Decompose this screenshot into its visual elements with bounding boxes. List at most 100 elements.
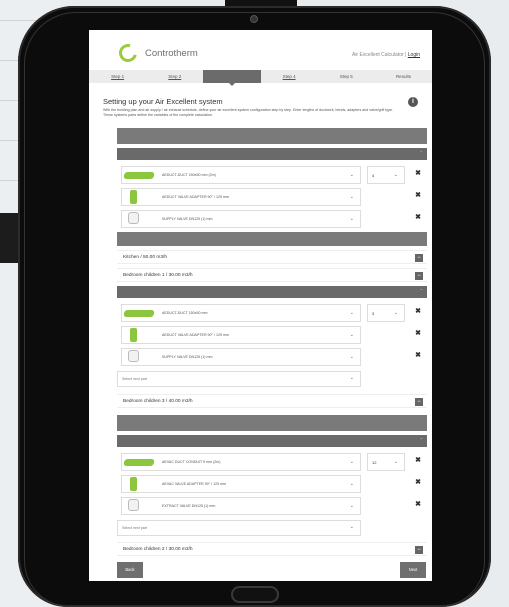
- part-name: EXTRACT VALVE DN125 (1) mm: [162, 504, 216, 508]
- part-select[interactable]: AEDUCT VALVE ADAPTER 90° / 125 mm ⌄: [121, 326, 361, 344]
- select-next-part[interactable]: Select next part ⌄: [117, 371, 361, 387]
- step-nav: Step 1 Step 2 Step 4 Step 5 Results: [89, 70, 432, 86]
- expand-icon[interactable]: −: [415, 272, 423, 280]
- expand-icon[interactable]: −: [415, 398, 423, 406]
- part-select[interactable]: AEVAC DUCT CONDUIT 5 mm (2m) ⌄: [121, 453, 361, 471]
- brand-name: Controtherm: [145, 48, 198, 59]
- remove-icon[interactable]: ✖: [415, 191, 421, 199]
- part-row: AEDUCT VALVE ADAPTER 90° / 125 mm ⌄ ✖: [117, 186, 427, 208]
- room-label: Bedroom children 3 / 40.00 m3/h: [123, 399, 193, 404]
- step-3-tab[interactable]: [203, 70, 261, 86]
- part-select[interactable]: SUPPLY VALVE DN125 (1) mm ⌄: [121, 210, 361, 228]
- back-button[interactable]: Back: [117, 562, 143, 578]
- room-label: Kitchen / 50.00 m3/h: [123, 255, 167, 260]
- chevron-down-icon: ⌄: [349, 481, 354, 487]
- info-icon[interactable]: i: [408, 97, 418, 107]
- part-name: SUPPLY VALVE DN125 (1) mm: [162, 355, 213, 359]
- valve-image: [128, 499, 139, 511]
- group-header-bar[interactable]: ⌃: [117, 148, 427, 160]
- chevron-up-icon: ⌃: [419, 437, 423, 442]
- valve-image: [128, 350, 139, 362]
- chevron-down-icon: ⌄: [393, 310, 398, 316]
- chevron-down-icon: ⌄: [349, 172, 354, 178]
- part-name: SUPPLY VALVE DN125 (1) mm: [162, 217, 213, 221]
- part-name: AEDUCT-DUCT 150x50 mm (2m): [162, 173, 216, 177]
- section-header-bar[interactable]: [117, 232, 427, 246]
- part-name: AEVAC DUCT CONDUIT 5 mm (2m): [162, 460, 221, 464]
- quantity-value: 4: [372, 173, 375, 178]
- section-header-bar[interactable]: [117, 415, 427, 431]
- part-select[interactable]: EXTRACT VALVE DN125 (1) mm ⌄: [121, 497, 361, 515]
- part-row: AEVAC DUCT CONDUIT 5 mm (2m) ⌄ 12 ⌄ ✖: [117, 451, 427, 473]
- part-select[interactable]: SUPPLY VALVE DN125 (1) mm ⌄: [121, 348, 361, 366]
- part-row: AEDUCT-DUCT 150x50 mm (2m) ⌄ 4 ⌄ ✖: [117, 164, 427, 186]
- part-row: SUPPLY VALVE DN125 (1) mm ⌄ ✖: [117, 208, 427, 230]
- results-tab[interactable]: Results: [375, 70, 432, 83]
- chevron-down-icon: ⌄: [349, 524, 354, 530]
- room-row[interactable]: Bedroom children 3 / 40.00 m3/h −: [117, 394, 427, 408]
- step-1-tab[interactable]: Step 1: [89, 70, 146, 83]
- adapter-image: [130, 477, 137, 491]
- duct-image: [123, 172, 155, 179]
- adapter-image: [130, 190, 137, 204]
- quantity-select[interactable]: 3 ⌄: [367, 304, 405, 322]
- part-select[interactable]: AEVAC VALVE ADAPTER 90° / 125 mm ⌄: [121, 475, 361, 493]
- group-header-bar[interactable]: ⌃: [117, 286, 427, 298]
- room-label: Bedroom children 1 / 30.00 m3/h: [123, 273, 193, 278]
- part-name: AEDUCT VALVE ADAPTER 90° / 125 mm: [162, 195, 229, 199]
- header: Controtherm Air Excellent Calculator | L…: [89, 30, 432, 70]
- select-next-part-label: Select next part: [122, 526, 147, 530]
- part-name: AEVAC VALVE ADAPTER 90° / 125 mm: [162, 482, 227, 486]
- remove-icon[interactable]: ✖: [415, 213, 421, 221]
- tablet-frame: Controtherm Air Excellent Calculator | L…: [18, 6, 491, 607]
- chevron-down-icon: ⌄: [349, 459, 354, 465]
- section-header-bar[interactable]: [117, 128, 427, 144]
- login-link[interactable]: Login: [408, 52, 420, 58]
- chevron-down-icon: ⌄: [349, 503, 354, 509]
- remove-icon[interactable]: ✖: [415, 307, 421, 315]
- remove-icon[interactable]: ✖: [415, 500, 421, 508]
- valve-image: [128, 212, 139, 224]
- room-row[interactable]: Kitchen / 50.00 m3/h −: [117, 250, 427, 264]
- expand-icon[interactable]: −: [415, 254, 423, 262]
- logo-icon: [115, 40, 141, 66]
- select-next-part[interactable]: Select next part ⌄: [117, 520, 361, 536]
- part-name: AEDUCT VALVE ADAPTER 90° / 125 mm: [162, 333, 229, 337]
- room-row[interactable]: Bedroom children 1 / 30.00 m3/h −: [117, 268, 427, 282]
- page-description: With the building plan and air supply / …: [103, 108, 394, 117]
- chevron-up-icon: ⌃: [419, 288, 423, 293]
- chevron-down-icon: ⌄: [349, 375, 354, 381]
- calculator-link[interactable]: Air Excellent Calculator: [352, 52, 404, 58]
- remove-icon[interactable]: ✖: [415, 478, 421, 486]
- part-row: AEDUCT VALVE ADAPTER 90° / 125 mm ⌄ ✖: [117, 324, 427, 346]
- header-separator: |: [405, 52, 407, 58]
- duct-image: [123, 459, 155, 466]
- duct-image: [123, 310, 155, 317]
- quantity-select[interactable]: 4 ⌄: [367, 166, 405, 184]
- step-2-tab[interactable]: Step 2: [146, 70, 203, 83]
- next-button[interactable]: Next: [400, 562, 426, 578]
- room-row[interactable]: Bedroom children 2 / 30.00 m3/h −: [117, 542, 427, 556]
- remove-icon[interactable]: ✖: [415, 351, 421, 359]
- part-select[interactable]: AEDUCT-DUCT 150x50 mm (2m) ⌄: [121, 166, 361, 184]
- part-select[interactable]: AEDUCT-DUCT 150x50 mm ⌄: [121, 304, 361, 322]
- room-label: Bedroom children 2 / 30.00 m3/h: [123, 547, 193, 552]
- chevron-down-icon: ⌄: [349, 194, 354, 200]
- chevron-down-icon: ⌄: [349, 332, 354, 338]
- quantity-value: 12: [372, 460, 377, 465]
- chevron-down-icon: ⌄: [349, 216, 354, 222]
- chevron-down-icon: ⌄: [349, 354, 354, 360]
- step-4-tab[interactable]: Step 4: [261, 70, 318, 83]
- remove-icon[interactable]: ✖: [415, 456, 421, 464]
- step-5-tab[interactable]: Step 5: [318, 70, 375, 83]
- expand-icon[interactable]: −: [415, 546, 423, 554]
- home-button[interactable]: [231, 586, 279, 603]
- part-row: EXTRACT VALVE DN125 (1) mm ⌄ ✖: [117, 495, 427, 517]
- remove-icon[interactable]: ✖: [415, 329, 421, 337]
- group-header-bar[interactable]: ⌃: [117, 435, 427, 447]
- quantity-select[interactable]: 12 ⌄: [367, 453, 405, 471]
- page-title: Setting up your Air Excellent system: [103, 97, 223, 106]
- part-select[interactable]: AEDUCT VALVE ADAPTER 90° / 125 mm ⌄: [121, 188, 361, 206]
- part-row: AEDUCT-DUCT 150x50 mm ⌄ 3 ⌄ ✖: [117, 302, 427, 324]
- remove-icon[interactable]: ✖: [415, 169, 421, 177]
